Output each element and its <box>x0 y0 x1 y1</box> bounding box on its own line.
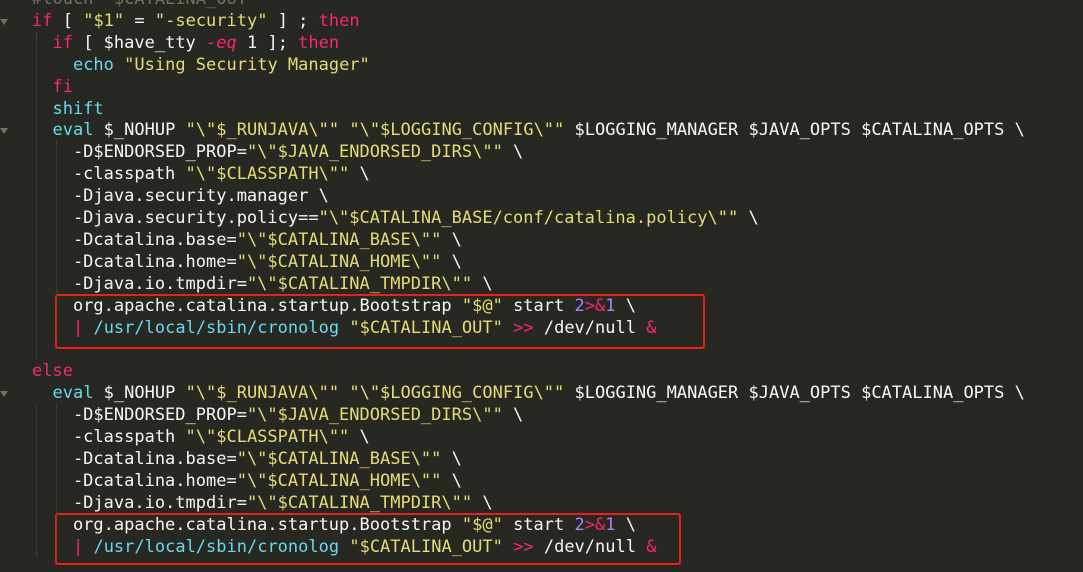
code-token: "-security" <box>154 10 268 31</box>
code-line[interactable]: shift <box>32 98 104 120</box>
code-token: -D$ENDORSED_PROP= <box>32 142 247 163</box>
code-token: then <box>318 10 360 31</box>
highlight-box-security-branch <box>55 294 705 349</box>
code-token: #touch "$CATALINA_OUT" <box>32 0 257 9</box>
code-token: -eq <box>206 32 237 53</box>
code-line[interactable]: else <box>32 360 73 382</box>
code-token: shift <box>52 98 104 119</box>
code-token: "\"$CATALINA_BASE/conf/catalina.policy\"… <box>318 208 739 228</box>
code-token: -Djava.io.tmpdir= <box>32 273 247 294</box>
indent-guide <box>36 404 37 558</box>
code-token: \ <box>441 470 462 491</box>
code-token: "\"$CATALINA_BASE\"" <box>236 448 442 469</box>
code-token: \ <box>349 164 370 185</box>
code-line[interactable]: #touch "$CATALINA_OUT" <box>32 0 257 10</box>
code-token: "\"$_RUNJAVA\"" <box>185 383 340 404</box>
code-token: ] ; <box>267 10 319 31</box>
fold-arrow-icon[interactable] <box>0 18 8 25</box>
code-token: \ <box>738 208 759 228</box>
code-token: \ <box>472 273 493 294</box>
code-editor[interactable]: #touch "$CATALINA_OUT"if [ "$1" = "-secu… <box>0 0 1083 572</box>
code-line[interactable]: echo "Using Security Manager" <box>32 54 370 76</box>
indent-guide <box>36 31 37 361</box>
code-token: if <box>52 32 73 53</box>
code-token: -Djava.security.manager \ <box>32 186 329 207</box>
code-line[interactable]: if [ "$1" = "-security" ] ; then <box>32 10 360 32</box>
code-line[interactable]: -Dcatalina.base="\"$CATALINA_BASE\"" \ <box>32 448 462 470</box>
code-token: 1 ]; <box>236 32 299 53</box>
code-line[interactable]: -D$ENDORSED_PROP="\"$JAVA_ENDORSED_DIRS\… <box>32 141 523 163</box>
code-token: else <box>32 361 73 382</box>
code-line[interactable]: -Dcatalina.home="\"$CATALINA_HOME\"" \ <box>32 251 462 273</box>
code-token: \ <box>441 448 462 469</box>
code-line[interactable]: -classpath "\"$CLASSPATH\"" \ <box>32 163 370 185</box>
code-line[interactable]: -Dcatalina.home="\"$CATALINA_HOME\"" \ <box>32 470 462 492</box>
code-line[interactable]: -Djava.io.tmpdir="\"$CATALINA_TMPDIR\"" … <box>32 273 493 295</box>
highlight-box-else-branch <box>55 513 681 565</box>
code-token: = <box>124 10 155 31</box>
code-line[interactable]: fi <box>32 76 73 98</box>
code-token: "\"$LOGGING_CONFIG\"" <box>349 383 565 404</box>
fold-arrow-icon[interactable] <box>0 128 8 135</box>
code-token: [ <box>52 10 84 31</box>
code-token: "\"$LOGGING_CONFIG\"" <box>349 120 565 141</box>
code-token: "$1" <box>83 10 125 31</box>
code-token: "\"$_RUNJAVA\"" <box>185 120 340 141</box>
code-token: echo <box>72 54 114 75</box>
code-line[interactable]: eval $_NOHUP "\"$_RUNJAVA\"" "\"$LOGGING… <box>32 119 1025 141</box>
code-line[interactable]: -Djava.io.tmpdir="\"$CATALINA_TMPDIR\"" … <box>32 492 493 514</box>
code-token: -D$ENDORSED_PROP= <box>32 405 247 426</box>
code-token: "\"$CATALINA_TMPDIR\"" <box>246 273 473 294</box>
code-token: eval <box>52 120 94 141</box>
code-token: \ <box>441 229 462 250</box>
code-token: -Dcatalina.base= <box>32 229 237 250</box>
code-line[interactable]: -Djava.security.manager \ <box>32 185 329 207</box>
code-token: -Dcatalina.base= <box>32 448 237 469</box>
code-token: "\"$JAVA_ENDORSED_DIRS\"" <box>246 405 503 426</box>
code-token: "\"$CLASSPATH\"" <box>185 164 350 185</box>
code-token: "\"$CATALINA_HOME\"" <box>236 470 442 491</box>
code-token: -Dcatalina.home= <box>32 251 237 272</box>
code-token: \ <box>502 405 524 426</box>
code-token: -Dcatalina.home= <box>32 470 237 491</box>
code-token: fi <box>52 76 73 97</box>
fold-arrow-icon[interactable] <box>0 391 8 398</box>
code-token: $_NOHUP <box>93 383 186 404</box>
code-token: $LOGGING_MANAGER $JAVA_OPTS $CATALINA_OP… <box>564 120 1025 141</box>
code-line[interactable]: eval $_NOHUP "\"$_RUNJAVA\"" "\"$LOGGING… <box>32 382 1025 404</box>
code-line[interactable]: -classpath "\"$CLASSPATH\"" \ <box>32 426 370 448</box>
code-token: "Using Security Manager" <box>124 54 370 75</box>
code-token: then <box>298 32 340 53</box>
code-token: [ $have_tty <box>72 32 207 53</box>
code-token: \ <box>502 142 524 163</box>
code-token: \ <box>472 492 493 513</box>
code-token: "\"$CATALINA_BASE\"" <box>236 229 442 250</box>
code-token: "\"$CATALINA_TMPDIR\"" <box>246 492 473 513</box>
code-token: "\"$JAVA_ENDORSED_DIRS\"" <box>246 142 503 163</box>
code-line[interactable]: if [ $have_tty -eq 1 ]; then <box>32 32 339 54</box>
code-token: "\"$CLASSPATH\"" <box>185 427 350 447</box>
code-line[interactable]: -Djava.security.policy=="\"$CATALINA_BAS… <box>32 207 759 229</box>
code-token: "\"$CATALINA_HOME\"" <box>236 251 442 272</box>
code-token: if <box>32 10 53 31</box>
code-token: $_NOHUP <box>93 120 186 141</box>
code-token: eval <box>52 383 94 404</box>
code-token: \ <box>441 251 462 272</box>
code-token: \ <box>349 427 370 447</box>
code-token: $LOGGING_MANAGER $JAVA_OPTS $CATALINA_OP… <box>564 383 1025 404</box>
code-token: -Djava.io.tmpdir= <box>32 492 247 513</box>
code-line[interactable]: -D$ENDORSED_PROP="\"$JAVA_ENDORSED_DIRS\… <box>32 404 523 426</box>
code-token: -Djava.security.policy== <box>32 208 319 228</box>
indent-guide <box>56 141 57 339</box>
gutter <box>0 0 22 572</box>
indent-guide <box>56 404 57 558</box>
code-line[interactable]: -Dcatalina.base="\"$CATALINA_BASE\"" \ <box>32 229 462 251</box>
